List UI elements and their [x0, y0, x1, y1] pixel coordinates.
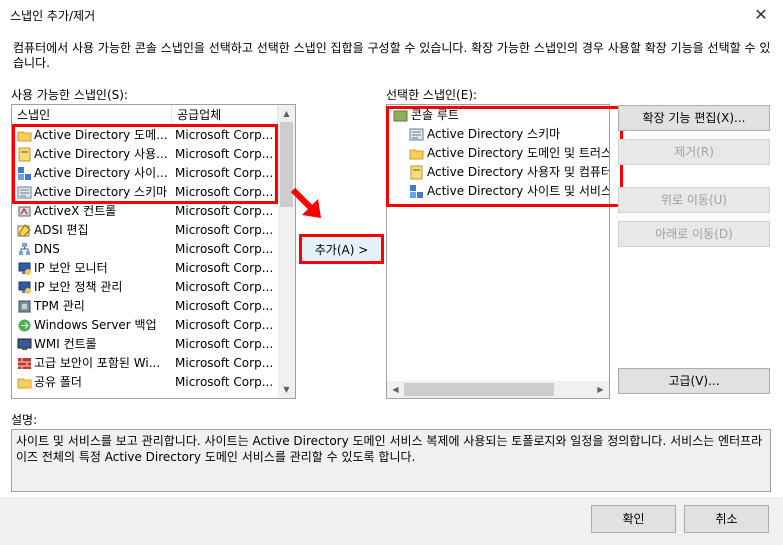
snapin-name: Active Directory 사이...: [34, 166, 168, 180]
title-bar: 스냅인 추가/제거 ✕: [0, 0, 783, 30]
activex-icon: [18, 206, 31, 217]
cancel-button[interactable]: 취소: [684, 505, 769, 533]
ad-sites-icon: [410, 185, 423, 198]
edit-extensions-button[interactable]: 확장 기능 편집(X)...: [618, 105, 770, 131]
scroll-up-icon[interactable]: ▲: [278, 105, 295, 122]
selected-snapin-name: Active Directory 사용자 및 컴퓨터: [427, 165, 610, 179]
add-button[interactable]: 추가(A) >: [299, 234, 384, 264]
backup-icon: [18, 319, 31, 332]
snapin-vendor: Microsoft Corp...: [175, 128, 274, 142]
snapin-name: Windows Server 백업: [34, 318, 157, 332]
column-header-vendor[interactable]: 공급업체: [172, 105, 278, 126]
snapin-vendor: Microsoft Corp...: [175, 166, 274, 180]
ok-button[interactable]: 확인: [591, 505, 676, 533]
available-snapin-row[interactable]: TPM 관리 Microsoft Corp...: [12, 297, 275, 316]
available-snapin-row[interactable]: Active Directory 스키마 Microsoft Corp...: [12, 183, 275, 202]
snapin-vendor: Microsoft Corp...: [175, 261, 274, 275]
move-down-button[interactable]: 아래로 이동(D): [618, 221, 770, 247]
snapin-name: IP 보안 정책 관리: [34, 280, 123, 294]
snapin-vendor: Microsoft Corp...: [175, 337, 274, 351]
ip-security-policy-icon: [18, 281, 31, 294]
ad-users-icon: [18, 147, 31, 162]
adsi-edit-icon: [17, 224, 31, 237]
snapin-vendor: Microsoft Corp...: [175, 185, 274, 199]
snapin-vendor: Microsoft Corp...: [175, 375, 274, 389]
snapin-vendor: Microsoft Corp...: [175, 204, 274, 218]
available-label: 사용 가능한 스냅인(S):: [11, 88, 128, 102]
ad-domains-icon: [17, 131, 32, 142]
selected-label: 선택한 스냅인(E):: [386, 88, 478, 102]
ad-schema-icon: [409, 128, 424, 141]
info-box: 사이트 및 서비스를 보고 관리합니다. 사이트는 Active Directo…: [11, 429, 771, 492]
snapin-name: Active Directory 스키마: [34, 185, 168, 199]
selected-snapins-tree[interactable]: 콘솔 루트 Active Directory 스키마 Active Directo…: [386, 104, 610, 399]
scroll-left-icon[interactable]: ◀: [387, 381, 404, 398]
hscroll-thumb[interactable]: [404, 383, 554, 396]
console-root-icon: [393, 110, 408, 122]
snapin-name: 공유 폴더: [34, 375, 82, 389]
available-snapin-row[interactable]: 공유 폴더 Microsoft Corp...: [12, 373, 275, 392]
firewall-icon: [18, 358, 31, 369]
available-snapin-row[interactable]: IP 보안 정책 관리 Microsoft Corp...: [12, 278, 275, 297]
available-snapin-row[interactable]: ADSI 편집 Microsoft Corp...: [12, 221, 275, 240]
snapin-vendor: Microsoft Corp...: [175, 223, 274, 237]
snapin-vendor: Microsoft Corp...: [175, 242, 274, 256]
snapin-vendor: Microsoft Corp...: [175, 318, 274, 332]
available-scrollbar[interactable]: ▲ ▼: [278, 105, 295, 398]
available-snapin-row[interactable]: Active Directory 도메... Microsoft Corp...: [12, 126, 275, 145]
close-icon[interactable]: ✕: [748, 3, 774, 27]
info-label: 설명:: [11, 413, 38, 427]
snapin-name: Active Directory 도메...: [34, 128, 168, 142]
snapin-name: DNS: [34, 242, 60, 256]
shared-folders-icon: [17, 378, 32, 389]
snapin-name: Active Directory 사용...: [34, 147, 168, 161]
snapin-name: 고급 보안이 포함된 Wi...: [34, 356, 161, 370]
tpm-icon: [18, 300, 31, 313]
ad-sites-icon: [18, 167, 31, 180]
available-snapin-row[interactable]: Active Directory 사이... Microsoft Corp...: [12, 164, 275, 183]
arrow-down-right-icon: [290, 187, 321, 218]
snapin-name: WMI 컨트롤: [34, 337, 97, 351]
wmi-icon: [17, 338, 32, 350]
available-snapin-row[interactable]: Windows Server 백업 Microsoft Corp...: [12, 316, 275, 335]
snapin-name: ActiveX 컨트롤: [34, 204, 117, 218]
available-snapins-list[interactable]: 스냅인 공급업체 Active Directory 도메... Microsoft…: [11, 104, 296, 399]
selected-snapin-name: Active Directory 스키마: [427, 127, 561, 141]
snapin-name: TPM 관리: [34, 299, 85, 313]
snapin-name: IP 보안 모니터: [34, 261, 108, 275]
dns-icon: [19, 243, 30, 255]
available-snapin-row[interactable]: 고급 보안이 포함된 Wi... Microsoft Corp...: [12, 354, 275, 373]
available-snapin-row[interactable]: DNS Microsoft Corp...: [12, 240, 275, 259]
advanced-button[interactable]: 고급(V)...: [618, 368, 770, 394]
snapin-name: ADSI 편집: [34, 223, 89, 237]
snapin-vendor: Microsoft Corp...: [175, 299, 274, 313]
move-up-button[interactable]: 위로 이동(U): [618, 187, 770, 213]
snapin-vendor: Microsoft Corp...: [175, 356, 274, 370]
info-text: 사이트 및 서비스를 보고 관리합니다. 사이트는 Active Directo…: [16, 434, 763, 464]
column-header-name[interactable]: 스냅인: [12, 105, 172, 126]
available-snapin-row[interactable]: Active Directory 사용... Microsoft Corp...: [12, 145, 275, 164]
dialog-description: 컴퓨터에서 사용 가능한 콘솔 스냅인을 선택하고 선택한 스냅인 집합을 구성…: [13, 41, 771, 70]
selected-snapin-name: Active Directory 도메인 및 트러스: [427, 146, 610, 160]
ad-users-icon: [410, 165, 423, 180]
ad-domains-icon: [409, 149, 424, 160]
snapin-vendor: Microsoft Corp...: [175, 147, 274, 161]
selected-snapin-name: Active Directory 사이트 및 서비스: [427, 184, 610, 198]
window-title: 스냅인 추가/제거: [10, 9, 96, 23]
ad-schema-icon: [17, 186, 32, 199]
snapin-vendor: Microsoft Corp...: [175, 280, 274, 294]
ip-security-monitor-icon: [18, 262, 31, 275]
available-snapin-row[interactable]: IP 보안 모니터 Microsoft Corp...: [12, 259, 275, 278]
available-snapin-row[interactable]: ActiveX 컨트롤 Microsoft Corp...: [12, 202, 275, 221]
available-snapin-row[interactable]: WMI 컨트롤 Microsoft Corp...: [12, 335, 275, 354]
selected-hscrollbar[interactable]: ◀ ▶: [387, 381, 609, 398]
scroll-down-icon[interactable]: ▼: [278, 381, 295, 398]
remove-button[interactable]: 제거(R): [618, 139, 770, 165]
scroll-right-icon[interactable]: ▶: [592, 381, 609, 398]
